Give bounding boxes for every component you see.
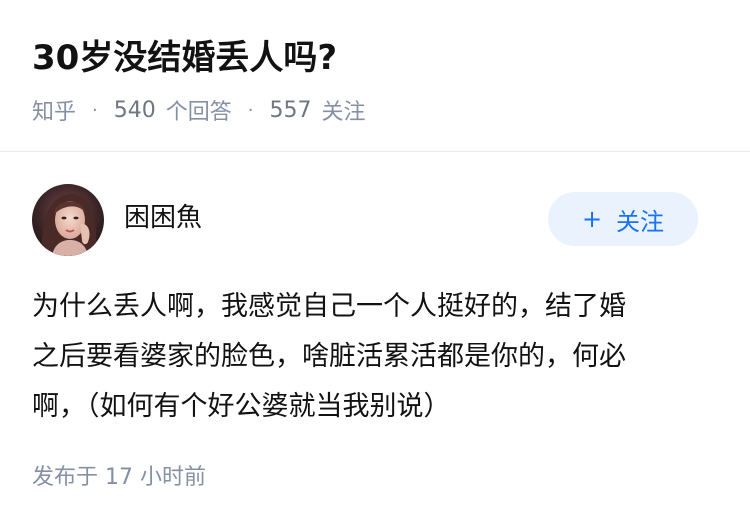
meta-separator: · bbox=[247, 99, 254, 121]
source-label[interactable]: 知乎 bbox=[32, 94, 76, 126]
author-name[interactable]: 困困魚 bbox=[124, 200, 202, 236]
question-meta: 知乎 · 540 个回答 · 557 关注 bbox=[32, 92, 366, 128]
answer-content[interactable]: 为什么丢人啊，我感觉自己一个人挺好的，结了婚 之后要看婆家的脸色，啥脏活累活都是… bbox=[32, 282, 712, 432]
follow-count: 557 bbox=[269, 97, 312, 123]
avatar-image bbox=[32, 184, 104, 256]
answer-line: 啊，（如何有个好公婆就当我别说） bbox=[32, 391, 451, 422]
answer-line: 为什么丢人啊，我感觉自己一个人挺好的，结了婚 bbox=[32, 291, 626, 322]
post-time: 发布于 17 小时前 bbox=[32, 465, 206, 490]
header-divider bbox=[0, 151, 750, 152]
plus-icon: + bbox=[581, 205, 603, 233]
follow-button-label: 关注 bbox=[616, 207, 665, 236]
answer-count: 540 bbox=[113, 97, 156, 123]
follow-count-label[interactable]: 关注 bbox=[322, 94, 366, 126]
answer-count-label[interactable]: 个回答 bbox=[166, 94, 232, 126]
avatar[interactable] bbox=[32, 184, 104, 256]
author-row: 困困魚 + 关注 bbox=[32, 184, 698, 256]
answer-line: 之后要看婆家的脸色，啥脏活累活都是你的，何必 bbox=[32, 341, 626, 372]
question-header: 30岁没结婚丢人吗? 知乎 · 540 个回答 · 557 关注 bbox=[0, 0, 750, 150]
follow-button[interactable]: + 关注 bbox=[548, 192, 698, 246]
question-title[interactable]: 30岁没结婚丢人吗? bbox=[32, 34, 337, 82]
meta-separator: · bbox=[92, 99, 98, 121]
